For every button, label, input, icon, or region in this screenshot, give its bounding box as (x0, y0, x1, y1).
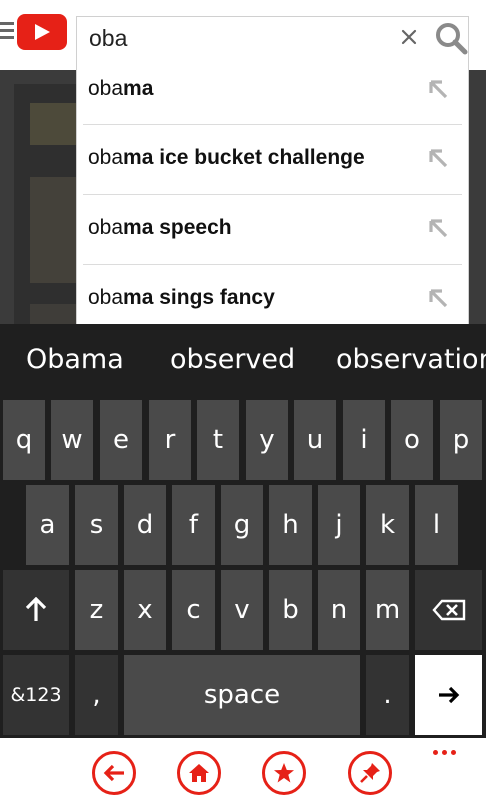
key-v[interactable]: v (221, 570, 263, 650)
search-input[interactable] (89, 23, 389, 53)
pin-button[interactable] (348, 751, 392, 795)
backspace-icon (431, 599, 465, 621)
key-h[interactable]: h (269, 485, 312, 565)
pin-icon (360, 763, 380, 783)
key-t[interactable]: t (197, 400, 239, 480)
key-e[interactable]: e (100, 400, 142, 480)
key-y[interactable]: y (246, 400, 288, 480)
key-r[interactable]: r (149, 400, 191, 480)
prediction-item[interactable]: observation (336, 344, 486, 375)
suggestion-typed: oba (88, 216, 124, 239)
suggestion-typed: oba (88, 77, 124, 100)
key-l[interactable]: l (415, 485, 458, 565)
key-w[interactable]: w (51, 400, 93, 480)
youtube-logo[interactable] (17, 14, 67, 50)
fill-query-arrow-icon[interactable] (426, 286, 450, 310)
key-n[interactable]: n (318, 570, 360, 650)
enter-arrow-icon (438, 686, 459, 704)
home-icon (189, 764, 209, 782)
key-k[interactable]: k (366, 485, 409, 565)
enter-key[interactable] (415, 655, 482, 735)
home-button[interactable] (177, 751, 221, 795)
video-thumbnail (30, 177, 76, 283)
fill-query-arrow-icon[interactable] (426, 216, 450, 240)
divider (83, 194, 462, 195)
star-icon (274, 763, 294, 783)
suggestion-typed: oba (88, 286, 124, 309)
key-z[interactable]: z (75, 570, 118, 650)
key-f[interactable]: f (172, 485, 215, 565)
divider (83, 124, 462, 125)
space-key[interactable]: space (124, 655, 360, 735)
suggestion-completion: ma (123, 77, 154, 100)
comma-key[interactable]: , (75, 655, 118, 735)
key-g[interactable]: g (221, 485, 263, 565)
key-o[interactable]: o (391, 400, 433, 480)
on-screen-keyboard: q w e r t y u i o p a s d f g h j k l z … (0, 396, 486, 738)
video-thumbnail (30, 103, 76, 145)
suggestion-item[interactable]: obama ice bucket challenge (77, 126, 468, 194)
word-prediction-bar: Obama observed observation (0, 324, 486, 396)
key-j[interactable]: j (318, 485, 360, 565)
hamburger-icon[interactable] (0, 22, 14, 40)
back-icon (103, 764, 124, 782)
fill-query-arrow-icon[interactable] (426, 146, 450, 170)
symbols-key[interactable]: &123 (3, 655, 69, 735)
fill-query-arrow-icon[interactable] (426, 77, 450, 101)
prediction-item[interactable]: Obama (26, 344, 124, 375)
prediction-item[interactable]: observed (170, 344, 295, 375)
shift-arrow-icon (25, 597, 47, 621)
divider (83, 264, 462, 265)
suggestion-completion: ma sings fancy (123, 286, 275, 309)
key-u[interactable]: u (294, 400, 336, 480)
shift-key[interactable] (3, 570, 69, 650)
key-q[interactable]: q (3, 400, 45, 480)
key-b[interactable]: b (269, 570, 312, 650)
suggestion-item[interactable]: obama speech (77, 196, 468, 264)
suggestion-item[interactable]: obama (77, 57, 468, 125)
video-thumbnail (30, 304, 76, 324)
key-m[interactable]: m (366, 570, 409, 650)
key-i[interactable]: i (343, 400, 385, 480)
key-c[interactable]: c (172, 570, 215, 650)
period-key[interactable]: . (366, 655, 409, 735)
favorite-button[interactable] (262, 751, 306, 795)
key-a[interactable]: a (26, 485, 69, 565)
suggestion-typed: oba (88, 146, 124, 169)
key-p[interactable]: p (440, 400, 482, 480)
app-bar (0, 738, 486, 810)
search-suggestions: obama obama ice bucket challenge obama s… (76, 57, 469, 324)
search-icon[interactable] (434, 21, 468, 55)
close-icon[interactable] (399, 27, 419, 47)
back-button[interactable] (92, 751, 136, 795)
key-s[interactable]: s (75, 485, 118, 565)
search-box[interactable] (76, 16, 469, 58)
suggestion-completion: ma speech (123, 216, 232, 239)
more-dots-icon[interactable] (433, 742, 463, 755)
key-d[interactable]: d (124, 485, 166, 565)
key-x[interactable]: x (124, 570, 166, 650)
suggestion-completion: ma ice bucket challenge (123, 146, 365, 169)
backspace-key[interactable] (415, 570, 482, 650)
